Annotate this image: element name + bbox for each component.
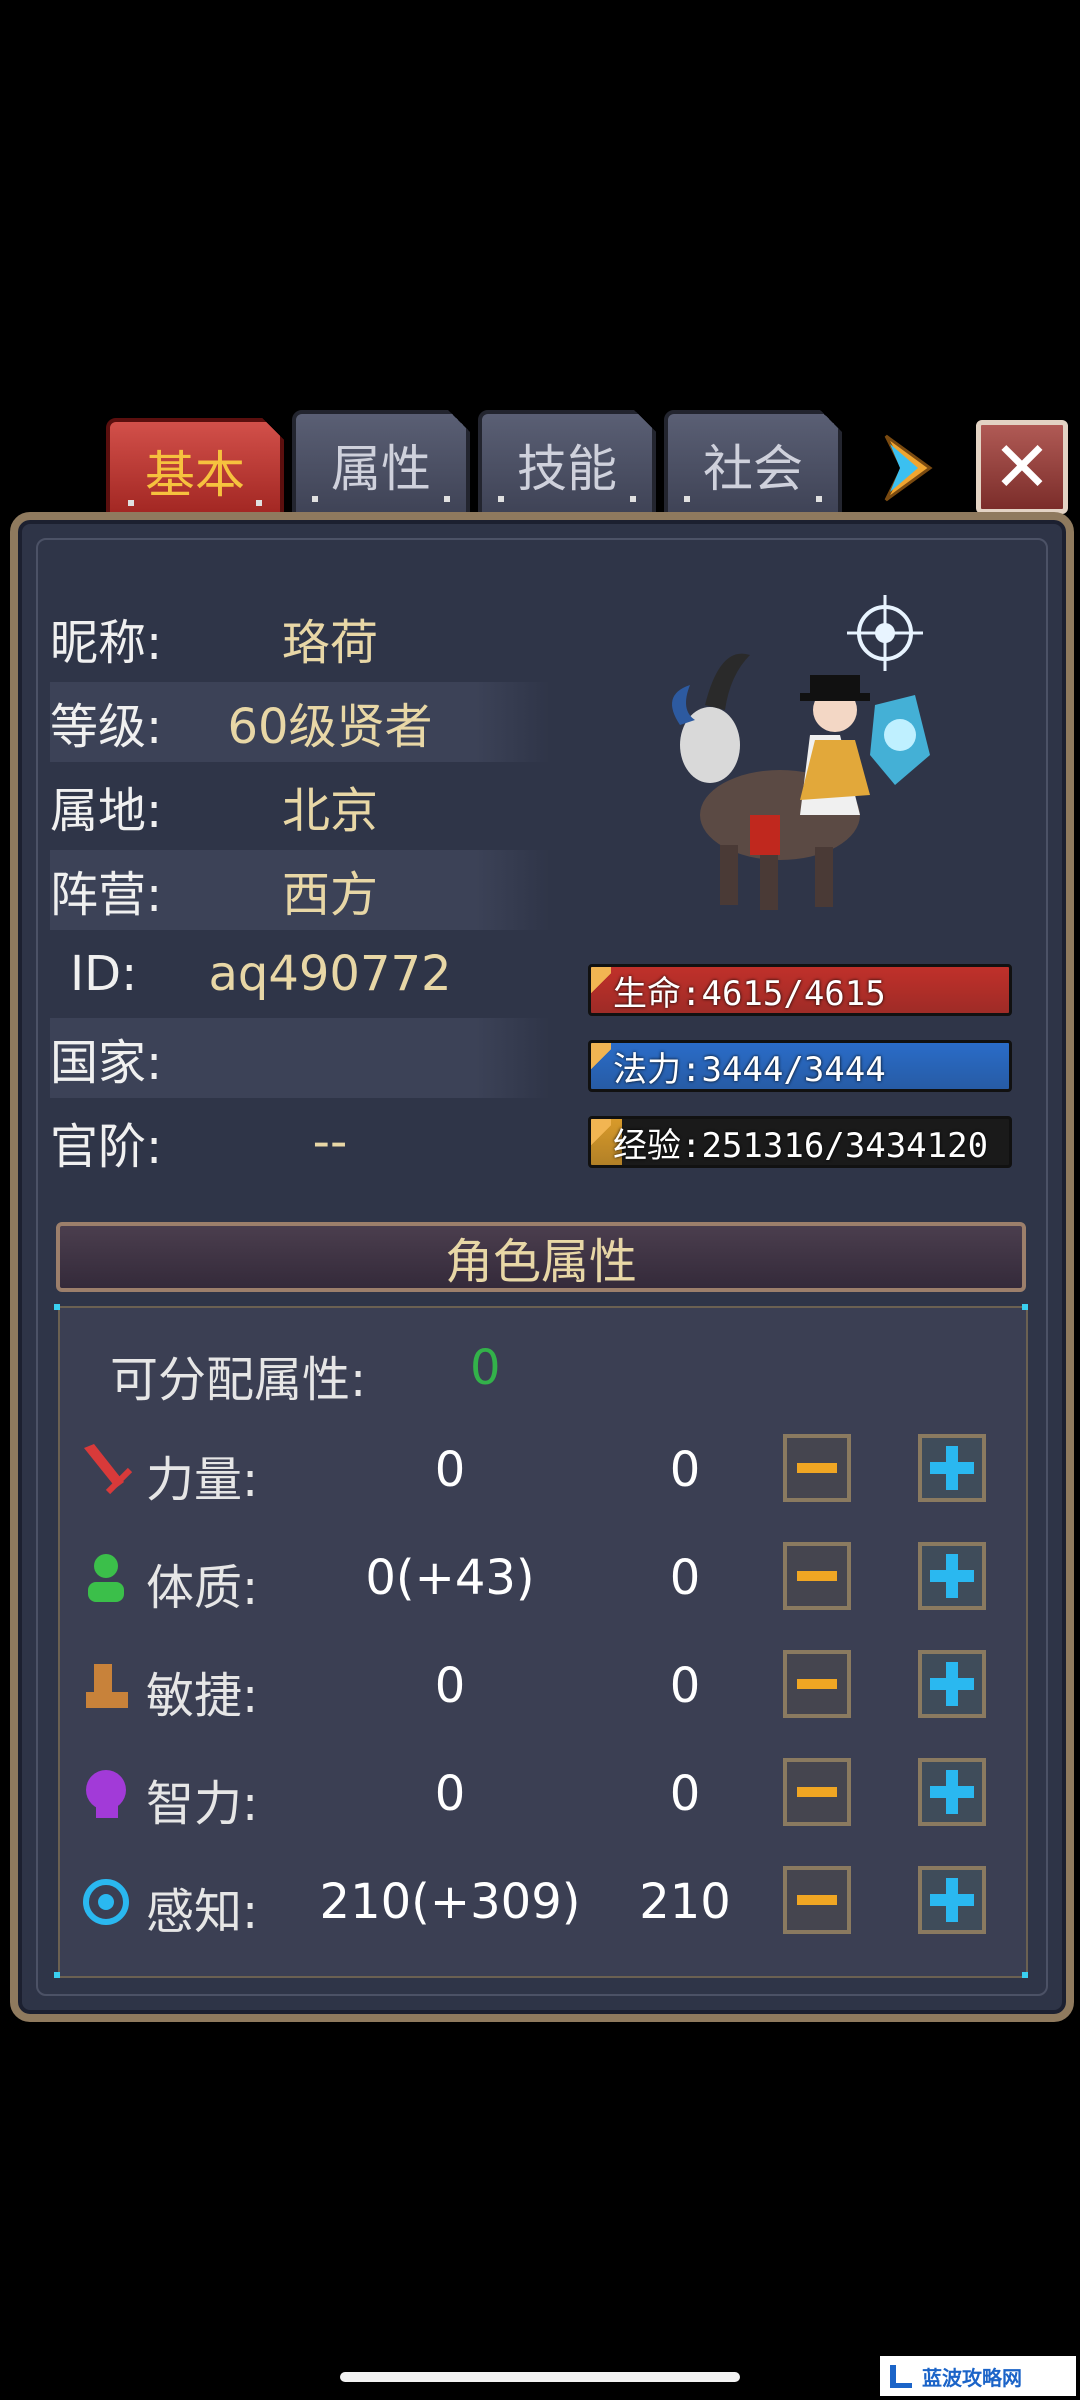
mp-bar: 法力:3444/3444 bbox=[588, 1040, 1012, 1092]
country-label: 国家: bbox=[50, 1035, 163, 1091]
minus-icon bbox=[797, 1895, 837, 1905]
attr-added: 0 bbox=[669, 1550, 701, 1606]
next-arrow-icon[interactable] bbox=[880, 430, 936, 506]
rank-row: 官阶: -- bbox=[50, 1102, 550, 1182]
attr-added: 0 bbox=[669, 1442, 701, 1498]
agility-plus-button[interactable] bbox=[918, 1650, 986, 1718]
attributes-header-title: 角色属性 bbox=[444, 1234, 637, 1290]
minus-icon bbox=[797, 1463, 837, 1473]
attr-added: 0 bbox=[669, 1766, 701, 1822]
close-icon: ✕ bbox=[992, 426, 1052, 508]
camp-value: 西方 bbox=[281, 867, 378, 923]
camp-row: 阵营: 西方 bbox=[50, 850, 550, 930]
head-icon bbox=[86, 1770, 126, 1818]
camp-label: 阵营: bbox=[50, 867, 163, 923]
constitution-plus-button[interactable] bbox=[918, 1542, 986, 1610]
attr-name: 敏捷: bbox=[146, 1668, 259, 1724]
attr-name: 体质: bbox=[146, 1560, 259, 1616]
tab-label: 属性 bbox=[331, 440, 431, 498]
intelligence-plus-button[interactable] bbox=[918, 1758, 986, 1826]
exp-text: 经验:251316/3434120 bbox=[613, 1125, 989, 1166]
nickname-label: 昵称: bbox=[50, 615, 163, 671]
sparkle-icon bbox=[847, 595, 923, 671]
plus-icon bbox=[946, 1554, 958, 1598]
level-row: 等级: 60级贤者 bbox=[50, 682, 550, 762]
intelligence-minus-button[interactable] bbox=[783, 1758, 851, 1826]
id-label: ID: bbox=[70, 946, 138, 1002]
plus-icon bbox=[946, 1770, 958, 1814]
tab-attributes[interactable]: 属性 bbox=[292, 410, 470, 520]
home-value: 北京 bbox=[281, 783, 378, 839]
attr-name: 感知: bbox=[146, 1884, 259, 1940]
boot-icon bbox=[86, 1664, 128, 1708]
perception-minus-button[interactable] bbox=[783, 1866, 851, 1934]
person-icon bbox=[88, 1554, 124, 1602]
rank-label: 官阶: bbox=[50, 1119, 163, 1175]
watermark: 蓝波攻略网 bbox=[880, 2356, 1076, 2396]
attr-added: 210 bbox=[639, 1874, 731, 1930]
tab-social[interactable]: 社会 bbox=[664, 410, 842, 520]
minus-icon bbox=[797, 1571, 837, 1581]
level-value: 60级贤者 bbox=[227, 699, 433, 755]
strength-plus-button[interactable] bbox=[918, 1434, 986, 1502]
watermark-logo-icon bbox=[890, 2365, 912, 2388]
tab-basic[interactable]: 基本 bbox=[106, 418, 284, 524]
eye-icon bbox=[83, 1879, 129, 1925]
sword-icon bbox=[84, 1444, 132, 1495]
strength-minus-button[interactable] bbox=[783, 1434, 851, 1502]
id-value: aq490772 bbox=[208, 946, 452, 1002]
close-button[interactable]: ✕ bbox=[976, 420, 1068, 514]
attr-added: 0 bbox=[669, 1658, 701, 1714]
mp-text: 法力:3444/3444 bbox=[613, 1049, 886, 1090]
attr-value: 0(+43) bbox=[365, 1550, 535, 1606]
attr-row-agility: 敏捷: 0 0 bbox=[80, 1650, 1000, 1730]
plus-icon bbox=[946, 1878, 958, 1922]
attr-row-constitution: 体质: 0(+43) 0 bbox=[80, 1542, 1000, 1622]
nickname-value: 珞荷 bbox=[281, 615, 378, 671]
constitution-minus-button[interactable] bbox=[783, 1542, 851, 1610]
attr-value: 0 bbox=[434, 1442, 466, 1498]
attr-name: 力量: bbox=[146, 1452, 259, 1508]
tab-label: 社会 bbox=[703, 440, 803, 498]
home-label: 属地: bbox=[50, 783, 163, 839]
tab-label: 技能 bbox=[517, 440, 617, 498]
country-row: 国家: bbox=[50, 1018, 550, 1098]
level-label: 等级: bbox=[50, 699, 163, 755]
watermark-text: 蓝波攻略网 bbox=[922, 2365, 1022, 2390]
attr-row-strength: 力量: 0 0 bbox=[80, 1434, 1000, 1514]
attributes-header: 角色属性 bbox=[56, 1222, 1026, 1292]
allocatable-label: 可分配属性: bbox=[110, 1352, 367, 1408]
tab-skills[interactable]: 技能 bbox=[478, 410, 656, 520]
attr-name: 智力: bbox=[146, 1776, 259, 1832]
minus-icon bbox=[797, 1787, 837, 1797]
hp-text: 生命:4615/4615 bbox=[613, 973, 886, 1014]
plus-icon bbox=[946, 1662, 958, 1706]
hp-bar: 生命:4615/4615 bbox=[588, 964, 1012, 1016]
plus-icon bbox=[946, 1446, 958, 1490]
attr-value: 0 bbox=[434, 1766, 466, 1822]
perception-plus-button[interactable] bbox=[918, 1866, 986, 1934]
attr-row-perception: 感知: 210(+309) 210 bbox=[80, 1866, 1000, 1946]
id-row: ID: aq490772 bbox=[50, 934, 550, 1014]
attr-row-intelligence: 智力: 0 0 bbox=[80, 1758, 1000, 1838]
allocatable-value: 0 bbox=[470, 1340, 501, 1396]
attr-value: 210(+309) bbox=[319, 1874, 581, 1930]
minus-icon bbox=[797, 1679, 837, 1689]
tab-label: 基本 bbox=[145, 446, 245, 504]
agility-minus-button[interactable] bbox=[783, 1650, 851, 1718]
home-row: 属地: 北京 bbox=[50, 766, 550, 846]
attr-value: 0 bbox=[434, 1658, 466, 1714]
home-indicator[interactable] bbox=[340, 2372, 740, 2382]
rank-value: -- bbox=[312, 1114, 348, 1170]
character-sprite bbox=[672, 595, 930, 910]
nickname-row: 昵称: 珞荷 bbox=[50, 598, 550, 678]
exp-bar: 经验:251316/3434120 bbox=[588, 1116, 1012, 1168]
